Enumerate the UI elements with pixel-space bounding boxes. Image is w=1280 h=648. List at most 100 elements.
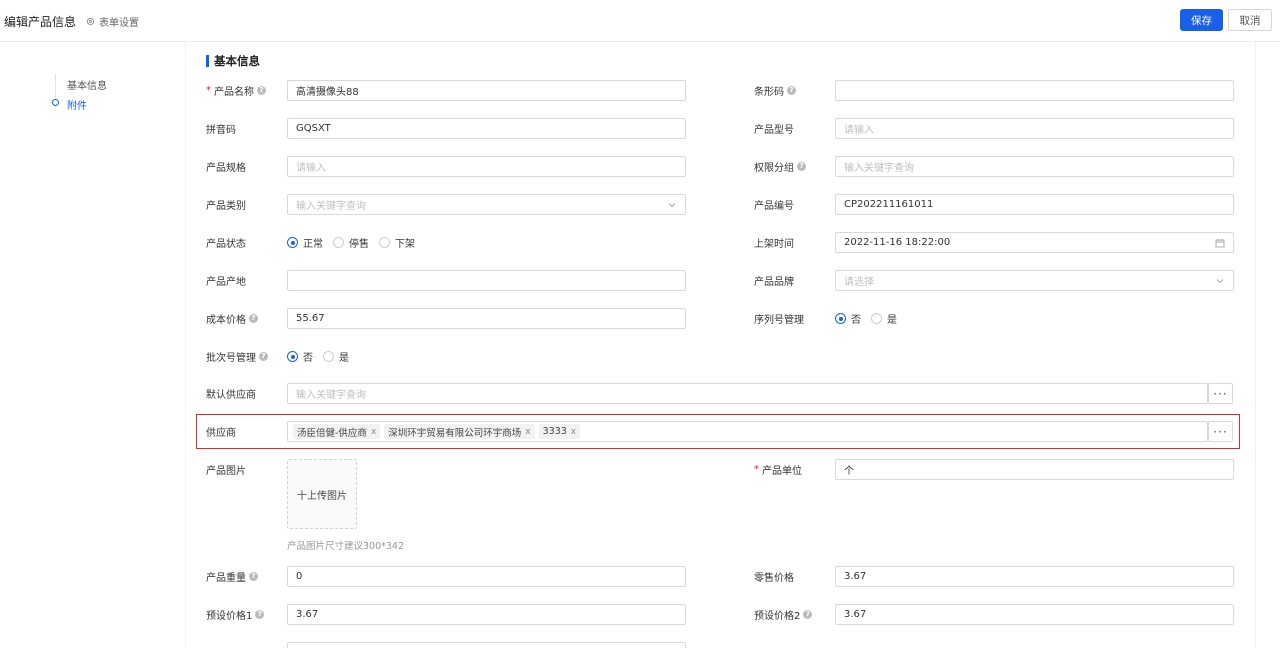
preset2-label: 预设价格2 ?: [754, 604, 813, 625]
ellipsis-icon: ···: [1213, 424, 1228, 439]
code-label: 产品编号: [754, 201, 794, 212]
supplier-multiselect[interactable]: 汤臣倍健-供应商 x 深圳环宇贸易有限公司环宇商场 x 3333 x: [287, 421, 1208, 442]
spec-placeholder: 请输入: [296, 163, 326, 174]
radio-icon: [287, 351, 298, 362]
anchor-active-dot: [52, 99, 59, 106]
spec-label: 产品规格: [206, 163, 246, 174]
section-title: 基本信息: [214, 54, 260, 68]
supplier-label: 供应商: [206, 428, 236, 439]
permission-group-input[interactable]: 输入关键字查询: [835, 156, 1234, 177]
panel-border-right: [1255, 42, 1256, 648]
help-icon[interactable]: ?: [259, 352, 268, 361]
batch-mgmt-radio-group: 否 是: [287, 346, 359, 367]
retail-label: 零售价格: [754, 573, 794, 584]
status-option-stopped[interactable]: 停售: [333, 235, 369, 250]
image-label: 产品图片: [206, 466, 246, 477]
save-button[interactable]: 保存: [1180, 9, 1223, 31]
help-icon[interactable]: ?: [257, 86, 266, 95]
help-icon[interactable]: ?: [249, 572, 258, 581]
close-icon[interactable]: x: [525, 427, 530, 437]
help-icon[interactable]: ?: [255, 610, 265, 619]
default-supplier-more-button[interactable]: ···: [1208, 383, 1233, 404]
status-label: 产品状态: [206, 239, 246, 250]
supplier-tag: 深圳环宇贸易有限公司环宇商场 x: [384, 424, 535, 439]
status-option-normal[interactable]: 正常: [287, 235, 323, 250]
radio-icon: [287, 237, 298, 248]
radio-icon: [333, 237, 344, 248]
preset2-input[interactable]: 3.67: [835, 604, 1234, 625]
batch-option-yes[interactable]: 是: [323, 349, 349, 364]
page-header: 编辑产品信息 表单设置 保存 取消: [0, 0, 1280, 42]
brand-label: 产品品牌: [754, 277, 794, 288]
supplier-tag: 3333 x: [538, 424, 581, 439]
supplier-more-button[interactable]: ···: [1208, 421, 1233, 442]
origin-input[interactable]: [287, 270, 686, 291]
category-placeholder: 输入关键字查询: [296, 201, 366, 212]
default-supplier-label: 默认供应商: [206, 390, 256, 401]
brand-placeholder: 请选择: [844, 277, 874, 288]
serial-mgmt-label: 序列号管理: [754, 315, 804, 326]
help-icon[interactable]: ?: [249, 314, 258, 323]
default-supplier-placeholder: 输入关键字查询: [296, 390, 366, 401]
model-placeholder: 请输入: [844, 125, 874, 136]
next-row-input[interactable]: [287, 642, 686, 648]
cost-label: 成本价格 ?: [206, 308, 258, 329]
product-name-label: * 产品名称 ?: [206, 80, 266, 101]
product-name-input[interactable]: 高清摄像头88: [287, 80, 686, 101]
model-label: 产品型号: [754, 125, 794, 136]
serial-mgmt-radio-group: 否 是: [835, 308, 907, 329]
retail-input[interactable]: 3.67: [835, 566, 1234, 587]
supplier-tag: 汤臣倍健-供应商 x: [293, 424, 381, 439]
category-select[interactable]: 输入关键字查询: [287, 194, 686, 215]
permission-group-placeholder: 输入关键字查询: [844, 163, 914, 174]
cost-input[interactable]: 55.67: [287, 308, 686, 329]
chevron-down-icon: [1216, 279, 1224, 284]
ellipsis-icon: ···: [1213, 386, 1228, 401]
serial-option-no[interactable]: 否: [835, 311, 861, 326]
required-mark: *: [206, 85, 211, 96]
code-input[interactable]: CP202211161011: [835, 194, 1234, 215]
anchor-item-basic[interactable]: 基本信息: [67, 77, 107, 92]
close-icon[interactable]: x: [571, 427, 576, 437]
serial-option-yes[interactable]: 是: [871, 311, 897, 326]
preset1-input[interactable]: 3.67: [287, 604, 686, 625]
section-marker: [206, 55, 209, 67]
default-supplier-input[interactable]: 输入关键字查询: [287, 383, 1208, 404]
image-upload-button[interactable]: 十上传图片: [287, 459, 357, 529]
preset1-label: 预设价格1 ?: [206, 604, 265, 625]
chevron-down-icon: [668, 203, 676, 208]
calendar-icon: [1215, 239, 1225, 248]
shelf-time-label: 上架时间: [754, 239, 794, 250]
radio-icon: [871, 313, 882, 324]
weight-label: 产品重量 ?: [206, 566, 258, 587]
permission-group-label: 权限分组 ?: [754, 156, 806, 177]
batch-option-no[interactable]: 否: [287, 349, 313, 364]
shelf-time-picker[interactable]: 2022-11-16 18:22:00: [835, 232, 1234, 253]
category-label: 产品类别: [206, 201, 246, 212]
spec-input[interactable]: 请输入: [287, 156, 686, 177]
pinyin-input[interactable]: GQSXT: [287, 118, 686, 139]
radio-icon: [379, 237, 390, 248]
help-icon[interactable]: ?: [787, 86, 796, 95]
unit-input[interactable]: 个: [835, 459, 1234, 480]
weight-input[interactable]: 0: [287, 566, 686, 587]
shelf-time-value: 2022-11-16 18:22:00: [844, 237, 951, 248]
help-icon[interactable]: ?: [797, 162, 806, 171]
required-mark: *: [754, 464, 759, 475]
form-settings-label: 表单设置: [99, 18, 139, 29]
help-icon[interactable]: ?: [803, 610, 813, 619]
barcode-input[interactable]: [835, 80, 1234, 101]
panel-border-left: [185, 42, 186, 648]
unit-label: * 产品单位: [754, 464, 802, 477]
batch-mgmt-label: 批次号管理 ?: [206, 346, 268, 367]
close-icon[interactable]: x: [371, 427, 376, 437]
gear-icon: [86, 17, 95, 26]
form-settings-link[interactable]: 表单设置: [86, 14, 139, 29]
cancel-button[interactable]: 取消: [1228, 9, 1272, 31]
status-option-offshelf[interactable]: 下架: [379, 235, 415, 250]
radio-icon: [835, 313, 846, 324]
anchor-item-attachment[interactable]: 附件: [67, 97, 87, 112]
pinyin-label: 拼音码: [206, 125, 236, 136]
model-input[interactable]: 请输入: [835, 118, 1234, 139]
brand-select[interactable]: 请选择: [835, 270, 1234, 291]
